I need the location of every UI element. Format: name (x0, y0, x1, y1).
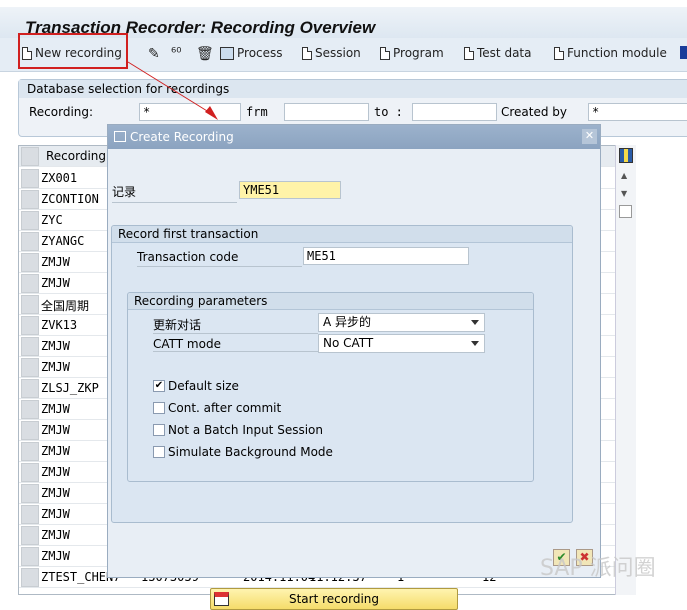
start-recording-label: Start recording (288, 592, 380, 606)
watermark: SAP 派问圈 (540, 556, 656, 581)
start-recording-button[interactable]: Start recording (210, 588, 458, 610)
record-icon (214, 592, 229, 606)
checkbox[interactable] (153, 424, 165, 436)
first-transaction-header: Record first transaction (112, 226, 572, 243)
checkbox[interactable]: ✔ (153, 380, 165, 392)
tcode-input[interactable]: ME51 (303, 247, 469, 265)
recording-parameters-group: Recording parameters 更新对话 A 异步的 CATT mod… (127, 292, 534, 482)
checkbox[interactable] (153, 446, 165, 458)
recording-parameters-header: Recording parameters (128, 293, 533, 310)
checkbox-label: Default size (168, 379, 239, 393)
window-icon (114, 131, 126, 142)
catt-mode-select[interactable]: No CATT (318, 334, 485, 353)
update-mode-label: 更新对话 (153, 316, 318, 334)
checkbox-label: Simulate Background Mode (168, 445, 333, 459)
create-recording-dialog: Create Recording ✕ 记录 YME51 Record first… (107, 124, 601, 610)
tcode-label: Transaction code (137, 250, 302, 267)
checkbox-option[interactable]: Simulate Background Mode (153, 445, 333, 459)
close-icon[interactable]: ✕ (582, 129, 597, 144)
dialog-title: Create Recording (130, 130, 234, 144)
update-mode-select[interactable]: A 异步的 (318, 313, 485, 332)
checkbox-option[interactable]: Not a Batch Input Session (153, 423, 323, 437)
checkbox-label: Cont. after commit (168, 401, 282, 415)
record-label: 记录 (112, 183, 237, 203)
checkbox-label: Not a Batch Input Session (168, 423, 323, 437)
checkbox-option[interactable]: ✔ Default size (153, 379, 239, 393)
dialog-header: Create Recording ✕ (108, 125, 600, 149)
checkbox-option[interactable]: Cont. after commit (153, 401, 281, 415)
record-input[interactable]: YME51 (239, 181, 341, 199)
first-transaction-group: Record first transaction Transaction cod… (111, 225, 573, 610)
checkbox[interactable] (153, 402, 165, 414)
catt-mode-label: CATT mode (153, 337, 318, 352)
